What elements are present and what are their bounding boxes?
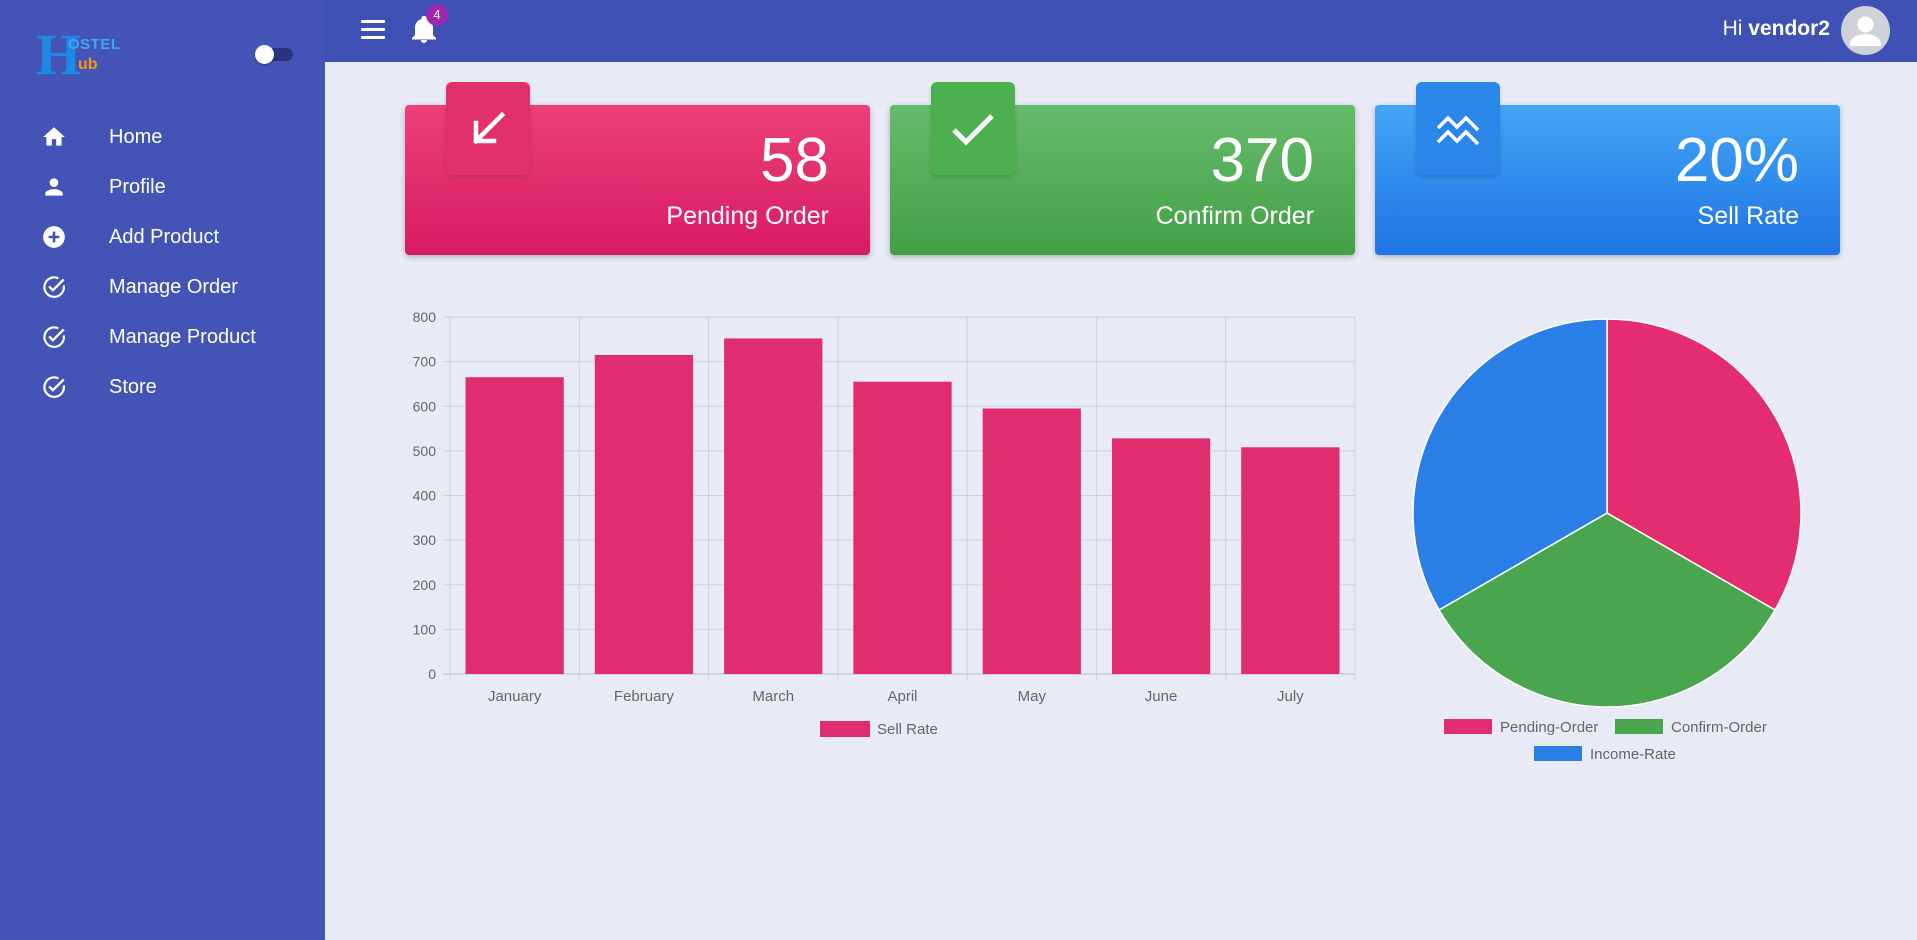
y-tick-label: 600 <box>413 398 437 414</box>
sidebar-item-label: Profile <box>109 175 166 198</box>
app-logo[interactable]: H OSTEL ub <box>36 26 128 84</box>
theme-toggle[interactable] <box>255 45 293 64</box>
avatar[interactable] <box>1841 6 1890 55</box>
bar-july[interactable] <box>1241 447 1340 674</box>
y-tick-label: 400 <box>413 488 437 504</box>
bar-april[interactable] <box>853 381 952 674</box>
bar-february[interactable] <box>594 354 694 674</box>
arrow-down-left-icon <box>446 82 530 175</box>
sell-rate-card[interactable]: 20% Sell Rate <box>1375 82 1840 255</box>
sidebar: H OSTEL ub Home Profile Add Product Mana… <box>0 0 325 940</box>
pie-legend-item[interactable]: Income-Rate <box>1534 746 1676 763</box>
legend-label: Sell Rate <box>877 721 938 738</box>
pie-chart-svg: Pending-Order Confirm-Order Income-Rate <box>1412 318 1802 763</box>
legend-label: Confirm-Order <box>1671 719 1767 736</box>
pie-legend-item[interactable]: Confirm-Order <box>1615 719 1767 736</box>
pending-order-value: 58 <box>760 126 829 195</box>
bar-may[interactable] <box>982 408 1081 674</box>
logo-text-ostel: OSTEL <box>68 36 121 53</box>
y-tick-label: 700 <box>413 354 437 370</box>
legend-swatch <box>1534 746 1582 761</box>
legend-swatch <box>820 721 870 737</box>
sidebar-item-profile[interactable]: Profile <box>0 162 325 212</box>
sell-rate-label: Sell Rate <box>1697 202 1799 230</box>
toggle-knob <box>255 45 274 64</box>
sell-rate-value: 20% <box>1674 126 1799 195</box>
user-greeting: Hi vendor2 <box>1723 17 1830 41</box>
sidebar-nav: Home Profile Add Product Manage Order Ma… <box>0 112 325 412</box>
legend-label: Income-Rate <box>1590 746 1676 763</box>
pending-order-card[interactable]: 58 Pending Order <box>405 82 870 255</box>
y-tick-label: 300 <box>413 532 437 548</box>
username: vendor2 <box>1748 17 1830 40</box>
check-circle-icon <box>41 374 67 400</box>
pending-order-label: Pending Order <box>666 202 829 230</box>
bar-legend[interactable]: Sell Rate <box>820 721 938 738</box>
y-tick-label: 0 <box>428 666 436 682</box>
confirm-order-card[interactable]: 370 Confirm Order <box>890 82 1355 255</box>
confirm-order-value: 370 <box>1210 126 1314 195</box>
sell-rate-bar-chart: 0 100 200 300 400 500 600 700 800 January February… <box>400 300 1360 750</box>
x-tick-label: April <box>887 688 917 705</box>
check-circle-icon <box>41 324 67 350</box>
legend-label: Pending-Order <box>1500 719 1598 736</box>
bar-june[interactable] <box>1111 438 1211 674</box>
sidebar-item-manage-product[interactable]: Manage Product <box>0 312 325 362</box>
x-tick-label: June <box>1145 688 1178 705</box>
bar-chart-svg: 0 100 200 300 400 500 600 700 800 January February… <box>413 309 1356 738</box>
x-tick-label: July <box>1277 688 1304 705</box>
orders-pie-chart: Pending-Order Confirm-Order Income-Rate <box>1395 300 1820 780</box>
person-icon <box>41 174 67 200</box>
pie-legend-item[interactable]: Pending-Order <box>1444 719 1598 736</box>
logo-text-ub: ub <box>78 56 98 73</box>
notification-badge: 4 <box>426 4 448 26</box>
sidebar-item-label: Add Product <box>109 225 220 248</box>
y-tick-label: 200 <box>413 577 437 593</box>
sidebar-item-store[interactable]: Store <box>0 362 325 412</box>
x-tick-label: May <box>1018 688 1047 705</box>
y-tick-label: 100 <box>413 621 437 637</box>
greeting-text: Hi <box>1722 17 1743 40</box>
sidebar-item-label: Store <box>109 375 157 398</box>
legend-swatch <box>1615 719 1663 734</box>
add-circle-icon <box>41 224 67 250</box>
trend-lines-icon <box>1416 82 1500 175</box>
y-tick-label: 800 <box>413 309 437 325</box>
home-icon <box>41 124 67 150</box>
x-tick-label: January <box>488 688 542 705</box>
sidebar-item-add-product[interactable]: Add Product <box>0 212 325 262</box>
sidebar-item-label: Home <box>109 125 163 148</box>
check-icon <box>931 82 1015 175</box>
bar-march[interactable] <box>724 338 823 674</box>
menu-icon[interactable] <box>361 20 385 40</box>
sidebar-item-label: Manage Order <box>109 275 238 298</box>
bar-january[interactable] <box>465 377 564 674</box>
sidebar-item-label: Manage Product <box>109 325 256 348</box>
sidebar-item-manage-order[interactable]: Manage Order <box>0 262 325 312</box>
check-circle-icon <box>41 274 67 300</box>
sidebar-item-home[interactable]: Home <box>0 112 325 162</box>
confirm-order-label: Confirm Order <box>1155 202 1314 230</box>
y-tick-label: 500 <box>413 443 437 459</box>
x-tick-label: March <box>752 688 794 705</box>
topbar: 4 Hi vendor2 <box>325 0 1917 62</box>
x-tick-label: February <box>614 688 675 705</box>
legend-swatch <box>1444 719 1492 734</box>
